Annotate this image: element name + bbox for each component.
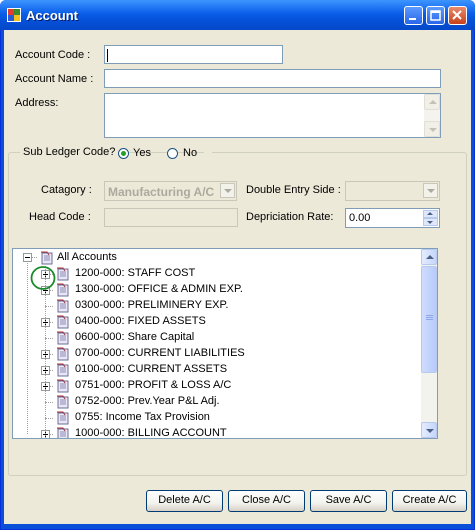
tree-node[interactable]: 1200-000: STAFF COST xyxy=(13,266,423,282)
address-scroll-down[interactable] xyxy=(424,121,440,137)
minimize-button[interactable] xyxy=(404,6,423,25)
stepper-down-button[interactable] xyxy=(423,218,438,226)
category-label: Catagory : xyxy=(41,184,92,196)
tree-node-label: 0600-000: Share Capital xyxy=(75,331,195,343)
address-scroll-up[interactable] xyxy=(424,94,440,110)
account-book-icon xyxy=(57,379,69,393)
highlight-circle-icon xyxy=(30,266,56,290)
maximize-icon xyxy=(430,10,441,21)
create-account-button[interactable]: Create A/C xyxy=(392,490,467,512)
account-book-icon xyxy=(57,331,69,345)
account-book-icon xyxy=(57,411,69,425)
account-book-icon xyxy=(57,347,69,361)
depreciation-stepper[interactable]: 0.00 xyxy=(345,208,440,228)
tree-node-label: 0400-000: FIXED ASSETS xyxy=(75,315,206,327)
close-window-button[interactable] xyxy=(448,6,467,25)
account-name-input[interactable] xyxy=(104,69,441,88)
tree-node-label: 0100-000: CURRENT ASSETS xyxy=(75,363,228,375)
tree-node-label: 1000-000: BILLING ACCOUNT xyxy=(75,427,227,439)
arrow-down-icon xyxy=(426,429,434,433)
account-code-label: Account Code : xyxy=(15,49,91,61)
arrow-up-icon xyxy=(427,212,433,215)
yes-radio[interactable] xyxy=(118,148,129,159)
minimize-icon xyxy=(409,18,416,20)
stepper-up-button[interactable] xyxy=(423,210,438,218)
accounts-tree[interactable]: All Accounts 1200-000: STAFF COST 1300-00… xyxy=(12,248,438,439)
head-code-input[interactable] xyxy=(104,208,238,227)
tree-root-label: All Accounts xyxy=(57,251,117,263)
address-label: Address: xyxy=(15,97,59,109)
tree-node[interactable]: 0755: Income Tax Provision xyxy=(13,410,423,426)
tree-node-label: 1300-000: OFFICE & ADMIN EXP. xyxy=(75,283,243,295)
account-book-icon xyxy=(57,363,69,377)
account-book-icon xyxy=(57,395,69,409)
tree-node[interactable]: 0700-000: CURRENT LIABILITIES xyxy=(13,346,423,362)
close-account-button[interactable]: Close A/C xyxy=(228,490,305,512)
tree-node-label: 0751-000: PROFIT & LOSS A/C xyxy=(75,379,232,391)
yes-label: Yes xyxy=(133,147,151,159)
window-title: Account xyxy=(26,8,78,23)
tree-node[interactable]: 1000-000: BILLING ACCOUNT xyxy=(13,426,423,439)
account-book-icon xyxy=(57,299,69,313)
arrow-down-icon xyxy=(427,221,433,224)
delete-account-button[interactable]: Delete A/C xyxy=(146,490,223,512)
address-scrollbar[interactable] xyxy=(424,94,440,137)
collapse-icon[interactable] xyxy=(23,253,32,262)
depreciation-label: Depriciation Rate: xyxy=(246,211,334,223)
category-value: Manufacturing A/C xyxy=(108,185,215,199)
maximize-button[interactable] xyxy=(426,6,445,25)
app-icon xyxy=(7,8,21,22)
tree-node[interactable]: 1300-000: OFFICE & ADMIN EXP. xyxy=(13,282,423,298)
title-bar[interactable]: Account xyxy=(0,0,475,30)
tree-node[interactable]: 0600-000: Share Capital xyxy=(13,330,423,346)
tree-node[interactable]: 0400-000: FIXED ASSETS xyxy=(13,314,423,330)
chevron-down-icon xyxy=(224,189,232,193)
account-name-label: Account Name : xyxy=(15,73,94,85)
tree-scroll-up[interactable] xyxy=(421,249,437,265)
account-book-icon xyxy=(41,251,53,265)
tree-node-label: 0700-000: CURRENT LIABILITIES xyxy=(75,347,245,359)
tree-node-label: 0300-000: PRELIMINERY EXP. xyxy=(75,299,229,311)
tree-node-label: 0752-000: Prev.Year P&L Adj. xyxy=(75,395,220,407)
sub-ledger-legend: Sub Ledger Code? xyxy=(20,146,119,160)
save-account-button[interactable]: Save A/C xyxy=(310,490,387,512)
head-code-label: Head Code : xyxy=(29,211,91,223)
no-radio[interactable] xyxy=(167,148,178,159)
no-label: No xyxy=(183,147,198,159)
tree-node[interactable]: 0751-000: PROFIT & LOSS A/C xyxy=(13,378,423,394)
tree-node-label: 0755: Income Tax Provision xyxy=(75,411,210,423)
close-icon xyxy=(452,10,462,20)
tree-node[interactable]: 0300-000: PRELIMINERY EXP. xyxy=(13,298,423,314)
account-book-icon xyxy=(57,315,69,329)
category-combo[interactable]: Manufacturing A/C xyxy=(104,181,237,201)
double-entry-label: Double Entry Side : xyxy=(246,184,341,196)
sub-ledger-question: Sub Ledger Code? xyxy=(23,146,116,158)
tree-scroll-thumb[interactable] xyxy=(421,266,437,373)
tree-node-root[interactable]: All Accounts xyxy=(13,250,423,266)
chevron-down-icon xyxy=(427,189,435,193)
tree-node[interactable]: 0100-000: CURRENT ASSETS xyxy=(13,362,423,378)
double-entry-combo[interactable] xyxy=(345,181,440,201)
arrow-up-icon xyxy=(426,255,434,259)
category-dropdown-button[interactable] xyxy=(220,183,235,198)
tree-scroll-down[interactable] xyxy=(421,422,437,438)
form-body: Account Code : Account Name : Address: S… xyxy=(4,30,471,524)
account-book-icon xyxy=(57,283,69,297)
account-code-input[interactable] xyxy=(104,45,283,64)
tree-node[interactable]: 0752-000: Prev.Year P&L Adj. xyxy=(13,394,423,410)
double-entry-dropdown-button[interactable] xyxy=(423,183,438,198)
tree-scrollbar[interactable] xyxy=(421,249,437,438)
tree-node-label: 1200-000: STAFF COST xyxy=(75,267,196,279)
account-book-icon xyxy=(57,427,69,438)
address-textarea[interactable] xyxy=(104,93,441,138)
text-cursor xyxy=(107,49,108,62)
account-book-icon xyxy=(57,267,69,281)
depreciation-value: 0.00 xyxy=(349,212,371,224)
